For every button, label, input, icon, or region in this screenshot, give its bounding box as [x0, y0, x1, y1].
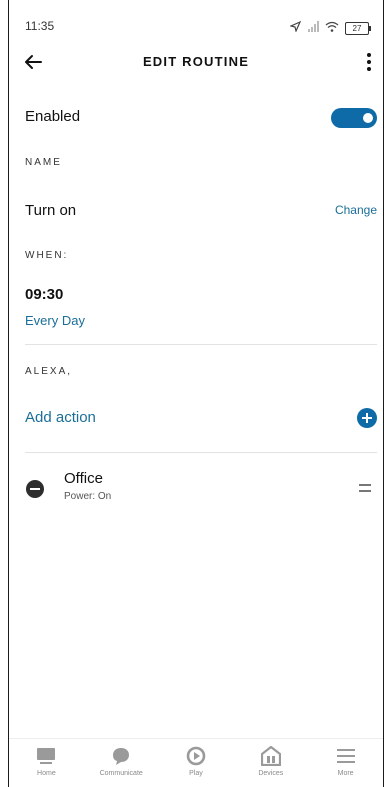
divider	[25, 452, 377, 453]
location-icon	[289, 19, 302, 37]
change-name-link[interactable]: Change	[335, 203, 377, 217]
name-section-label: NAME	[25, 157, 62, 168]
nav-item-play[interactable]: Play	[159, 739, 234, 787]
more-vertical-icon	[367, 53, 371, 71]
page-title: EDIT ROUTINE	[142, 54, 250, 69]
wifi-icon	[325, 19, 339, 37]
drag-handle-icon[interactable]	[359, 484, 371, 492]
nav-label-home: Home	[37, 770, 56, 777]
action-row-office[interactable]: Office Power: On	[9, 462, 383, 518]
divider	[25, 344, 377, 345]
menu-icon	[336, 749, 355, 763]
bottom-navigation: Home Communicate Play Devices More	[9, 738, 383, 787]
home-icon	[37, 748, 56, 764]
status-bar: 11:35 27	[9, 0, 383, 40]
action-subtitle: Power: On	[64, 491, 112, 502]
nav-label-communicate: Communicate	[99, 770, 143, 777]
action-title: Office	[64, 470, 103, 487]
nav-item-home[interactable]: Home	[9, 739, 84, 787]
add-action-link[interactable]: Add action	[25, 409, 96, 426]
toggle-knob	[363, 113, 373, 123]
trigger-frequency[interactable]: Every Day	[25, 313, 85, 328]
alexa-section-label: ALEXA,	[25, 366, 73, 377]
play-icon	[186, 746, 206, 766]
nav-item-more[interactable]: More	[308, 739, 383, 787]
routine-name: Turn on	[25, 202, 77, 219]
nav-label-devices: Devices	[258, 770, 284, 777]
more-options-button[interactable]	[359, 49, 379, 75]
trigger-time[interactable]: 09:30	[25, 286, 63, 303]
app-frame: 11:35 27 EDIT ROUTINE Enabled NAME Turn …	[8, 0, 384, 787]
nav-label-play: Play	[189, 770, 203, 777]
when-section-label: WHEN:	[25, 250, 69, 261]
add-action-plus-icon[interactable]	[357, 408, 377, 428]
nav-item-communicate[interactable]: Communicate	[84, 739, 159, 787]
signal-icon	[307, 19, 319, 37]
status-time: 11:35	[25, 19, 55, 33]
chat-icon	[113, 748, 130, 765]
battery-icon: 27	[345, 21, 371, 35]
enabled-toggle[interactable]	[331, 108, 377, 128]
status-icons: 27	[289, 19, 371, 37]
remove-action-minus-icon[interactable]	[26, 480, 44, 498]
nav-item-devices[interactable]: Devices	[233, 739, 308, 787]
app-header: EDIT ROUTINE	[9, 40, 383, 84]
enabled-label: Enabled	[25, 108, 81, 125]
devices-icon	[260, 746, 281, 766]
nav-label-more: More	[337, 770, 354, 777]
